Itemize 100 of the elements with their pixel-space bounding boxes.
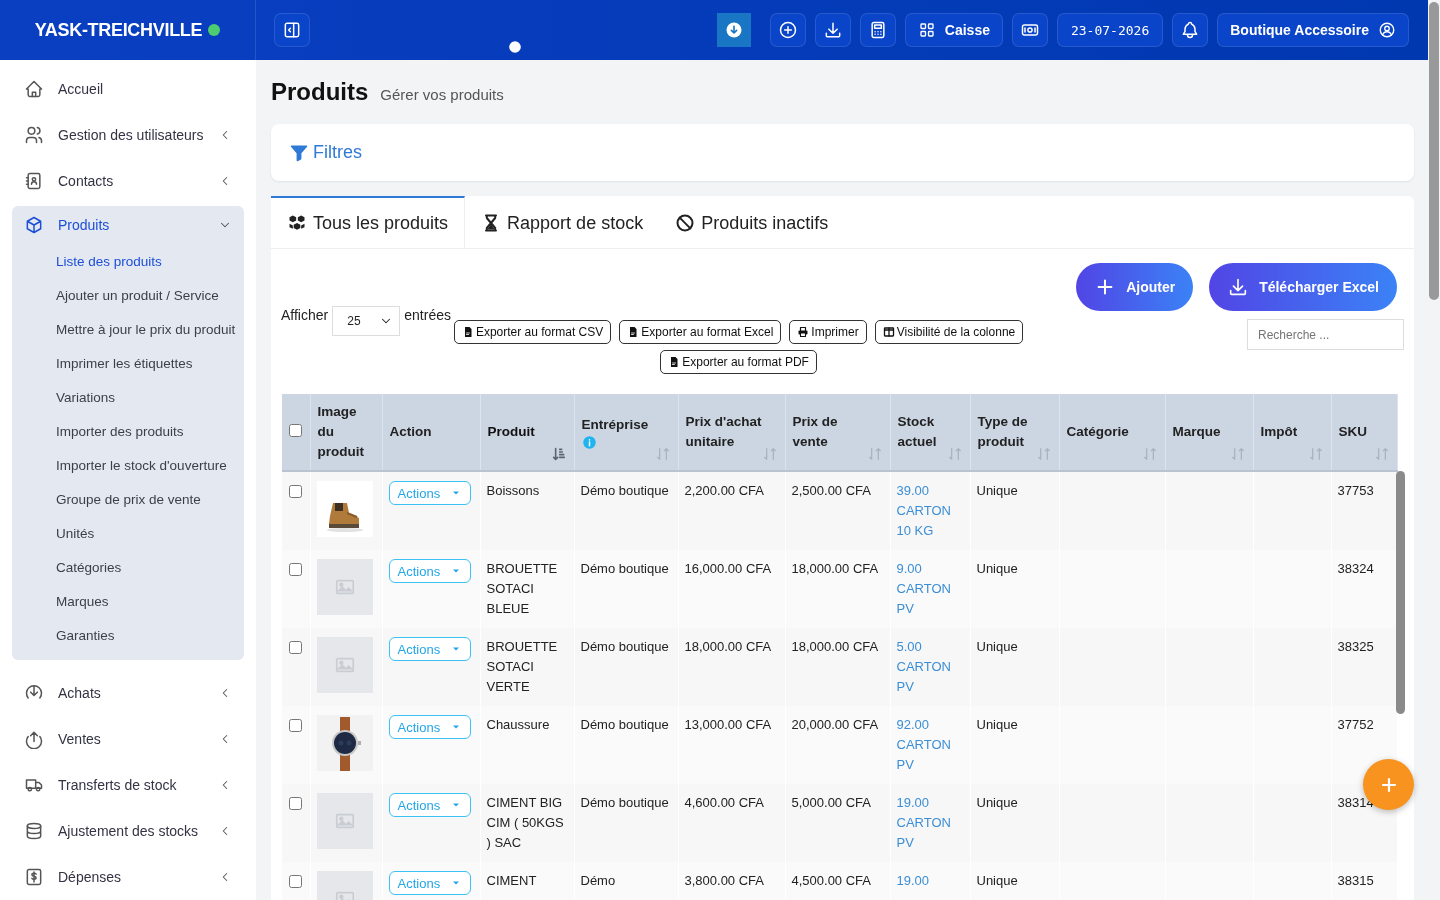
table-cell: Démo [580,873,616,888]
sidebar-subitem[interactable]: Imprimer les étiquettes [12,346,244,380]
table-cell: 4,600.00 CFA [684,795,764,810]
table-cell: 38324 [1337,561,1374,576]
table-cell: Unique [976,483,1018,498]
table-cell: BROUETTE SOTACI VERTE [486,639,558,694]
excel-file-icon [627,326,640,338]
sidebar-subitem[interactable]: Garanties [12,618,244,652]
table-cell: 37752 [1337,717,1374,732]
plus-icon [777,20,798,40]
table-cell: 4,500.00 CFA [791,873,871,888]
table-cell: 2,500.00 CFA [791,483,871,498]
row-checkbox[interactable] [289,485,303,498]
page-title: Produits [271,78,369,106]
sidebar-item[interactable]: Accueil [12,66,244,112]
table-cell: Démo boutique [580,561,669,576]
row-checkbox[interactable] [289,797,303,810]
sidebar-item[interactable]: Achats [12,670,244,716]
table-cell: CIMENT [486,873,537,888]
sidebar-item[interactable]: Transferts de stock [12,762,244,808]
add-button[interactable]: Ajouter [1076,263,1194,311]
column-header: Image du produit [317,403,365,461]
select-all-checkbox[interactable] [289,424,303,437]
collapse-sidebar-icon [282,20,302,40]
table-cell: 16,000.00 CFA [684,561,772,576]
grid-icon [917,21,936,39]
ban-icon [675,213,696,233]
export-excel-button[interactable]: Exporter au format Excel [619,320,782,344]
table-cell: Unique [976,639,1018,654]
row-checkbox[interactable] [289,641,303,654]
row-checkbox[interactable] [289,563,303,576]
table-cell: 18,000.00 CFA [684,639,772,654]
columns-icon [882,326,895,338]
database-icon [24,821,44,841]
calculator-button[interactable] [859,13,896,47]
pdf-file-icon [668,356,681,368]
home-icon [24,79,44,99]
pos-button[interactable]: Caisse [904,13,1003,47]
sidebar-subitem[interactable]: Unités [12,516,244,550]
sidebar-subitem[interactable]: Ajouter un produit / Service [12,278,244,312]
table-cell: 38325 [1337,639,1374,654]
search-field[interactable]: Recherche ... [1247,319,1404,350]
row-checkbox[interactable] [289,875,303,888]
export-pdf-button[interactable]: Exporter au format PDF [660,350,817,374]
table-cell: Unique [976,561,1018,576]
print-button[interactable]: Imprimer [789,320,867,344]
download-excel-button[interactable]: Télécharger Excel [1209,263,1397,311]
table-cell: Unique [976,795,1018,810]
table-cell: Unique [976,873,1018,888]
sidebar-item[interactable]: Produits [12,206,244,244]
table-cell: CIMENT BIG CIM ( 50KGS ) SAC [486,795,564,850]
app-title: YASK-TREICHVILLE [34,19,203,41]
notifications-button[interactable] [1172,13,1209,47]
sidebar-subitem[interactable]: Variations [12,380,244,414]
tab[interactable]: Tous les produits [271,196,466,248]
sidebar-subitem[interactable]: Groupe de prix de vente [12,482,244,516]
sidebar-subitem[interactable]: Liste des produits [12,244,244,278]
table-cell: 18,000.00 CFA [791,561,879,576]
table-cell: Boissons [486,483,540,498]
sidebar-subitem[interactable]: Importer des produits [12,414,244,448]
cube-icon [24,215,44,235]
sidebar-subitem[interactable]: Marques [12,584,244,618]
page-size-select[interactable]: 25 [332,306,401,336]
download-icon [724,21,743,39]
table-cell: BROUETTE SOTACI BLEUE [486,561,558,616]
download-button[interactable] [814,13,851,47]
sidebar-item[interactable]: Contacts [12,158,244,204]
cash-button[interactable] [1011,13,1048,47]
sidebar-item[interactable]: Gestion des utilisateurs [12,112,244,158]
contacts-icon [24,171,44,191]
table-cell: Démo boutique [580,483,669,498]
table-cell: Démo boutique [580,795,669,810]
upload-icon [24,729,44,749]
sidebar-subitem[interactable]: Catégories [12,550,244,584]
user-menu-button[interactable]: Boutique Accessoire [1217,13,1409,47]
column-visibility-button[interactable]: Visibilité de la colonne [874,320,1024,344]
scrollbar[interactable] [1396,471,1405,714]
table-cell: 38315 [1337,873,1374,888]
download-button[interactable] [716,13,751,47]
scrollbar[interactable] [1429,2,1439,300]
sidebar-subitem[interactable]: Importer le stock d'ouverture [12,448,244,482]
label: Afficher [281,307,329,323]
date-button[interactable]: 23-07-2026 [1056,13,1164,47]
printer-icon [797,326,810,338]
add-button[interactable] [769,13,806,47]
sidebar-item[interactable]: Ajustement des stocks [12,808,244,854]
table-cell: 5,000.00 CFA [791,795,871,810]
export-csv-button[interactable]: Exporter au format CSV [453,320,612,344]
dollar-icon [24,867,44,887]
row-checkbox[interactable] [289,719,303,732]
sidebar-item[interactable]: Ventes [12,716,244,762]
collapse-sidebar-button[interactable] [274,13,310,47]
filters-toggle[interactable]: Filtres [289,142,362,163]
table-cell: 3,800.00 CFA [684,873,764,888]
table-cell: 37753 [1337,483,1374,498]
sidebar-subitem[interactable]: Mettre à jour le prix du produit [12,312,244,346]
page-subtitle: Gérer vos produits [380,86,504,103]
table-cell: 2,200.00 CFA [684,483,764,498]
sidebar-item[interactable]: Dépenses [12,854,244,900]
table-cell: Chaussure [486,717,550,732]
